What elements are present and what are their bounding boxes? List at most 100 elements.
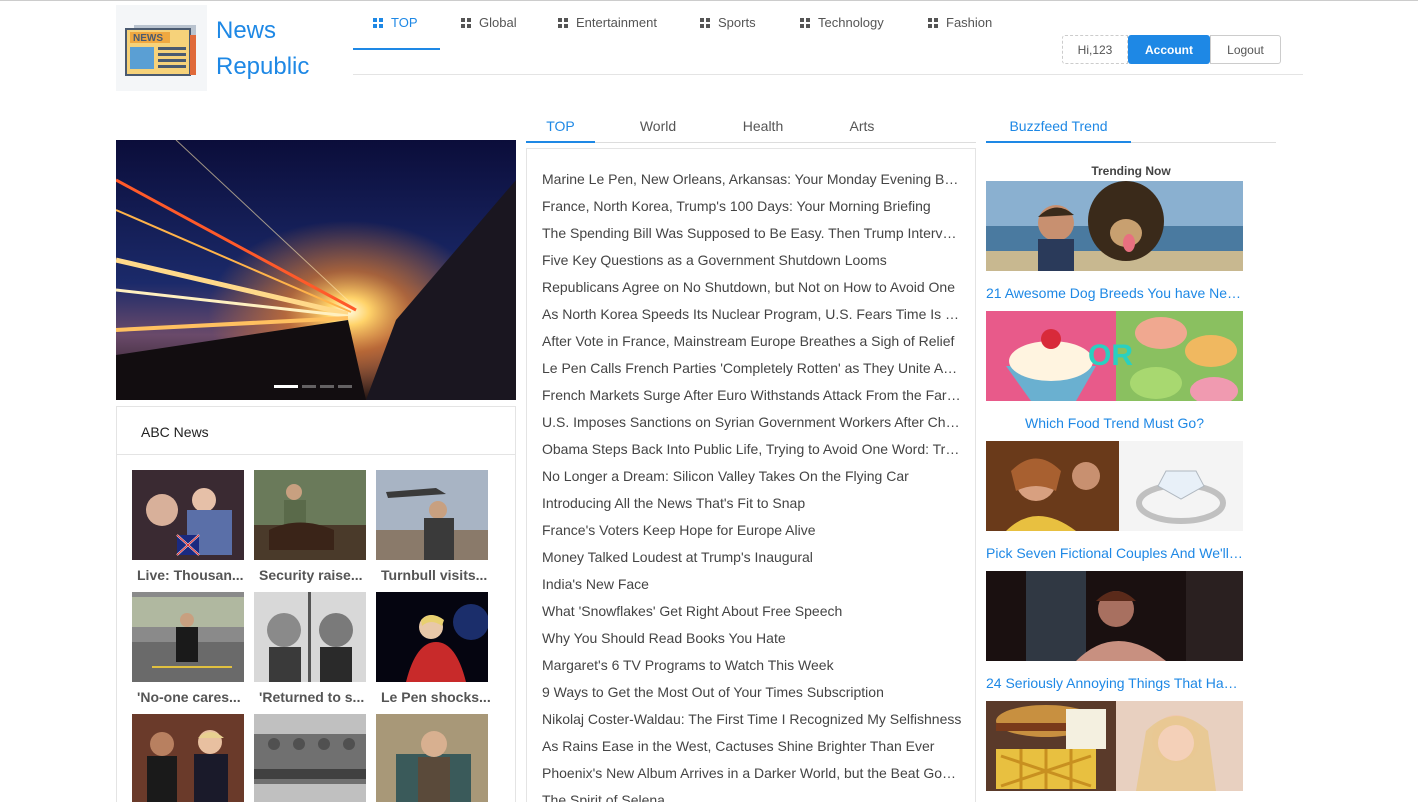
grid-icon [373, 18, 383, 28]
trend-image[interactable] [986, 571, 1243, 661]
trend-image[interactable]: OR [986, 311, 1243, 401]
nav-global[interactable]: Global [441, 15, 517, 49]
brand-line-2: Republic [216, 53, 310, 80]
carousel-indicators [274, 385, 352, 388]
carousel-dot[interactable] [302, 385, 316, 388]
headline-list: Marine Le Pen, New Orleans, Arkansas: Yo… [526, 148, 976, 802]
headline-link[interactable]: Le Pen Calls French Parties 'Completely … [542, 355, 962, 382]
headline-link[interactable]: No Longer a Dream: Silicon Valley Takes … [542, 463, 962, 490]
tab-world[interactable]: World [623, 109, 693, 143]
news-thumbnail [132, 592, 244, 682]
section-tabs: TOP World Health Arts [526, 109, 976, 143]
news-thumbnail [254, 714, 366, 802]
nav-entertainment[interactable]: Entertainment [538, 15, 657, 49]
news-card[interactable]: 'No-one cares... [132, 592, 250, 714]
news-thumbnail [132, 714, 244, 802]
newspaper-icon: NEWS [125, 25, 196, 76]
headline-link[interactable]: Money Talked Loudest at Trump's Inaugura… [542, 544, 962, 571]
grid-icon [558, 18, 568, 28]
news-card[interactable] [132, 714, 250, 802]
news-caption: Turnbull visits... [381, 567, 488, 583]
news-caption: 'Returned to s... [259, 689, 365, 705]
headline-link[interactable]: Republicans Agree on No Shutdown, but No… [542, 274, 962, 301]
headline-link[interactable]: 9 Ways to Get the Most Out of Your Times… [542, 679, 962, 706]
news-card[interactable]: Security raise... [254, 470, 372, 592]
headline-link[interactable]: France's Voters Keep Hope for Europe Ali… [542, 517, 962, 544]
news-caption: Le Pen shocks... [381, 689, 491, 705]
carousel-dot[interactable] [338, 385, 352, 388]
news-caption: Live: Thousan... [137, 567, 244, 583]
tab-top[interactable]: TOP [526, 109, 595, 143]
brand-line-1: News [216, 17, 277, 44]
tab-health[interactable]: Health [728, 109, 798, 143]
news-card[interactable]: Turnbull visits... [376, 470, 494, 592]
nav-label: Global [479, 15, 517, 30]
nav-label: Technology [818, 15, 884, 30]
grid-icon [800, 18, 810, 28]
headline-link[interactable]: Obama Steps Back Into Public Life, Tryin… [542, 436, 962, 463]
trend-tabs: Buzzfeed Trend [986, 109, 1276, 143]
trend-link[interactable]: Which Food Trend Must Go? [986, 415, 1243, 431]
headline-link[interactable]: India's New Face [542, 571, 962, 598]
trending-heading: Trending Now [1091, 164, 1171, 178]
news-thumbnail [376, 592, 488, 682]
headline-link[interactable]: As Rains Ease in the West, Cactuses Shin… [542, 733, 962, 760]
trend-image[interactable] [986, 701, 1243, 791]
headline-link[interactable]: Margaret's 6 TV Programs to Watch This W… [542, 652, 962, 679]
headline-link[interactable]: U.S. Imposes Sanctions on Syrian Governm… [542, 409, 962, 436]
trend-link[interactable]: 24 Seriously Annoying Things That Happen… [986, 675, 1243, 691]
site-logo[interactable]: NEWS [116, 5, 207, 91]
news-thumbnail [254, 470, 366, 560]
abc-news-grid: Live: Thousan... Security raise... Turnb… [132, 470, 491, 802]
nav-sports[interactable]: Sports [680, 15, 756, 49]
news-card[interactable] [376, 714, 494, 802]
hero-carousel[interactable] [116, 140, 516, 400]
headline-link[interactable]: Why You Should Read Books You Hate [542, 625, 962, 652]
headline-link[interactable]: Five Key Questions as a Government Shutd… [542, 247, 962, 274]
carousel-slide-image [116, 140, 516, 400]
tab-arts[interactable]: Arts [827, 109, 897, 143]
carousel-dot[interactable] [274, 385, 298, 388]
news-card[interactable]: Live: Thousan... [132, 470, 250, 592]
grid-icon [928, 18, 938, 28]
headline-link[interactable]: Marine Le Pen, New Orleans, Arkansas: Yo… [542, 166, 962, 193]
brand-name[interactable]: News Republic [216, 13, 309, 85]
nav-label: Fashion [946, 15, 993, 30]
headline-link[interactable]: As North Korea Speeds Its Nuclear Progra… [542, 301, 962, 328]
headline-link[interactable]: The Spending Bill Was Supposed to Be Eas… [542, 220, 962, 247]
greeting-button[interactable]: Hi,123 [1062, 35, 1128, 64]
tab-buzzfeed-trend[interactable]: Buzzfeed Trend [986, 109, 1131, 143]
headline-link[interactable]: France, North Korea, Trump's 100 Days: Y… [542, 193, 962, 220]
grid-icon [461, 18, 471, 28]
nav-technology[interactable]: Technology [780, 15, 884, 49]
user-controls: Hi,123 Account Logout [1062, 35, 1281, 64]
trend-link[interactable]: Pick Seven Fictional Couples And We'll T… [986, 545, 1243, 561]
grid-icon [700, 18, 710, 28]
svg-text:NEWS: NEWS [133, 33, 163, 44]
news-card[interactable] [254, 714, 372, 802]
trend-image[interactable] [986, 181, 1243, 271]
news-caption: Security raise... [259, 567, 363, 583]
nav-label: Entertainment [576, 15, 657, 30]
headline-link[interactable]: Nikolaj Coster-Waldau: The First Time I … [542, 706, 962, 733]
headline-link[interactable]: After Vote in France, Mainstream Europe … [542, 328, 962, 355]
abc-news-panel: ABC News Live: Thousan... Security raise… [116, 406, 516, 802]
news-thumbnail [132, 470, 244, 560]
news-thumbnail [376, 470, 488, 560]
news-thumbnail [254, 592, 366, 682]
logout-button[interactable]: Logout [1210, 35, 1281, 64]
news-thumbnail [376, 714, 488, 802]
carousel-dot[interactable] [320, 385, 334, 388]
trend-image[interactable] [986, 441, 1243, 531]
headline-link[interactable]: What 'Snowflakes' Get Right About Free S… [542, 598, 962, 625]
headline-link[interactable]: Phoenix's New Album Arrives in a Darker … [542, 760, 962, 787]
news-card[interactable]: 'Returned to s... [254, 592, 372, 714]
headline-link[interactable]: The Spirit of Selena [542, 787, 962, 802]
nav-fashion[interactable]: Fashion [908, 15, 992, 49]
account-button[interactable]: Account [1128, 35, 1210, 64]
nav-top[interactable]: TOP [353, 15, 440, 50]
headline-link[interactable]: French Markets Surge After Euro Withstan… [542, 382, 962, 409]
headline-link[interactable]: Introducing All the News That's Fit to S… [542, 490, 962, 517]
news-card[interactable]: Le Pen shocks... [376, 592, 494, 714]
trend-link[interactable]: 21 Awesome Dog Breeds You have Never Hea… [986, 285, 1243, 301]
